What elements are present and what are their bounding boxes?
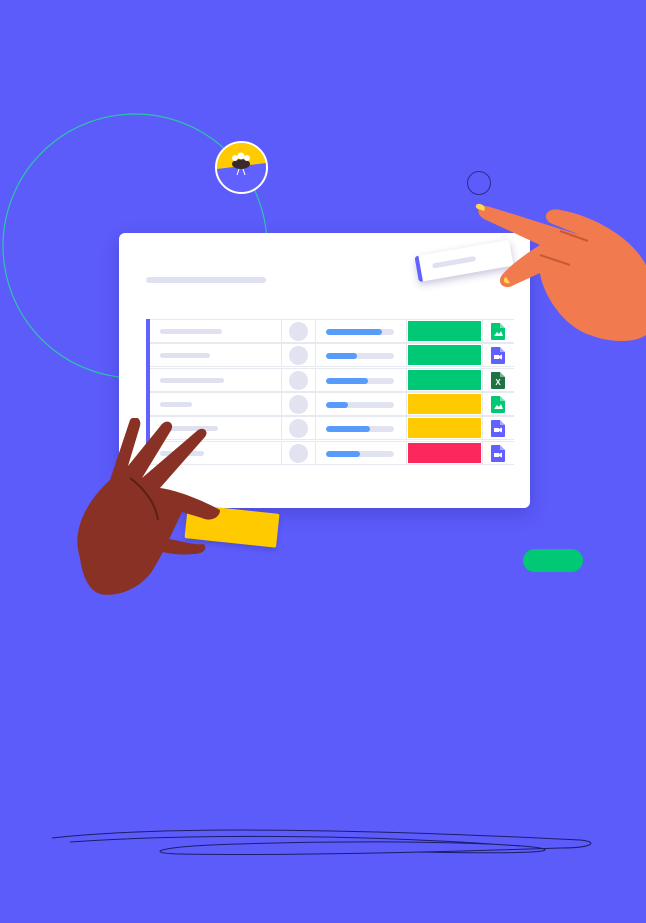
table-row (150, 391, 514, 416)
file-cell (483, 442, 514, 464)
progress-cell (316, 344, 407, 367)
dark-hand-illustration (77, 418, 220, 595)
name-placeholder (160, 329, 222, 334)
person-cell (282, 368, 316, 391)
video-file-icon (491, 347, 505, 365)
avatar (289, 419, 308, 439)
avatar (289, 322, 308, 341)
status-color-block (408, 369, 481, 390)
cursor-ring-icon (467, 171, 491, 195)
progress-track (326, 353, 394, 360)
progress-cell (316, 392, 407, 415)
progress-track (326, 329, 394, 335)
status-color-block (408, 442, 481, 463)
table-row: X (150, 367, 514, 392)
name-placeholder (160, 401, 192, 407)
yellow-badge-icon (215, 141, 268, 194)
status-cell (407, 417, 483, 440)
video-file-icon (491, 420, 505, 438)
progress-fill (326, 329, 382, 335)
avatar (289, 370, 308, 390)
file-cell: X (483, 369, 514, 391)
progress-track (326, 377, 394, 384)
status-cell (407, 392, 483, 415)
avatar (289, 443, 308, 463)
progress-cell (316, 368, 407, 391)
video-file-icon (491, 444, 505, 462)
name-cell (150, 392, 282, 415)
person-cell (282, 392, 316, 415)
avatar (289, 394, 308, 414)
name-cell (150, 320, 282, 342)
board-title-placeholder (146, 277, 266, 283)
svg-text:X: X (495, 378, 501, 387)
progress-fill (326, 377, 369, 384)
progress-track (326, 401, 394, 408)
avatar (289, 346, 308, 366)
orange-hand-illustration (475, 203, 646, 341)
status-cell (407, 441, 483, 464)
progress-track (326, 450, 394, 457)
status-color-block (408, 345, 481, 366)
excel-file-icon: X (491, 371, 505, 389)
name-cell (150, 344, 282, 367)
person-cell (282, 344, 316, 367)
status-cell (407, 344, 483, 367)
name-placeholder (160, 353, 210, 359)
status-color-block (408, 393, 481, 414)
status-cell (407, 368, 483, 391)
file-cell (483, 393, 514, 415)
scribble-shadow (51, 829, 592, 856)
file-cell (483, 344, 514, 366)
illustration-stage: X (0, 0, 646, 923)
table-row (150, 319, 514, 343)
name-placeholder (160, 377, 224, 383)
progress-fill (326, 353, 357, 360)
file-cell (483, 417, 514, 439)
status-pill (523, 549, 583, 572)
person-cell (282, 441, 316, 464)
progress-cell (316, 417, 407, 440)
progress-fill (326, 401, 348, 408)
progress-fill (326, 450, 360, 457)
table-row (150, 343, 514, 368)
progress-track (326, 426, 394, 433)
progress-fill (326, 426, 371, 433)
person-cell (282, 417, 316, 440)
person-cell (282, 320, 316, 342)
progress-cell (316, 320, 407, 342)
progress-cell (316, 441, 407, 464)
status-color-block (408, 418, 481, 439)
name-cell (150, 368, 282, 391)
image-file-icon (491, 395, 505, 413)
